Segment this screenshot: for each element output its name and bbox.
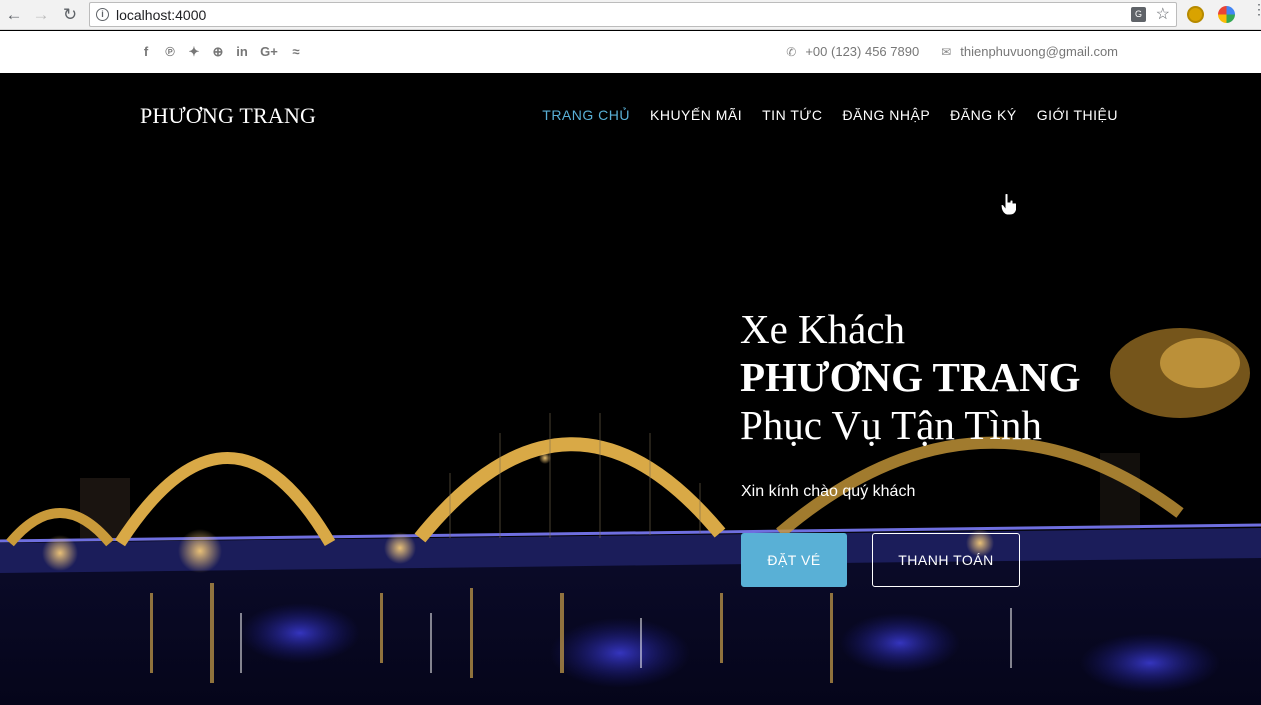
main-navigation: TRANG CHỦ KHUYẾN MÃI TIN TỨC ĐĂNG NHẬP Đ… <box>542 107 1118 123</box>
email-address[interactable]: thienphuvuong@gmail.com <box>960 44 1118 59</box>
hero-headline-line2: PHƯƠNG TRANG <box>740 354 1081 400</box>
book-ticket-button[interactable]: ĐẶT VÉ <box>741 533 847 587</box>
address-bar[interactable]: i localhost:4000 G ☆ <box>89 2 1177 27</box>
nav-item-register[interactable]: ĐĂNG KÝ <box>950 107 1017 123</box>
google-plus-icon[interactable]: G+ <box>259 44 279 60</box>
social-links: f ℗ ✦ ⊕ in G+ ≈ <box>139 44 303 60</box>
phone-contact: ✆ +00 (123) 456 7890 <box>786 44 919 59</box>
url-text[interactable]: localhost:4000 <box>116 7 206 23</box>
back-arrow-icon[interactable]: ← <box>4 5 24 25</box>
nav-item-home[interactable]: TRANG CHỦ <box>542 107 630 123</box>
top-info-bar: f ℗ ✦ ⊕ in G+ ≈ ✆ +00 (123) 456 7890 ✉ t… <box>0 31 1261 73</box>
translate-icon[interactable]: G <box>1131 7 1146 22</box>
nav-item-promotions[interactable]: KHUYẾN MÃI <box>650 107 742 123</box>
hand-pointer-cursor-icon <box>1000 193 1017 216</box>
email-contact: ✉ thienphuvuong@gmail.com <box>941 44 1118 59</box>
reload-icon[interactable]: ↻ <box>60 5 80 25</box>
browser-menu-icon[interactable]: ⋮ <box>1252 2 1261 16</box>
pinterest-icon[interactable]: ℗ <box>163 44 177 60</box>
twitter-icon[interactable]: ✦ <box>187 44 201 60</box>
hero-headline-line1: Xe Khách <box>740 306 906 352</box>
nav-item-news[interactable]: TIN TỨC <box>762 107 822 123</box>
hero-headline: Xe Khách PHƯƠNG TRANG Phục Vụ Tận Tình <box>740 305 1081 449</box>
envelope-icon: ✉ <box>941 44 952 59</box>
bookmark-star-icon[interactable]: ☆ <box>1156 4 1170 24</box>
nav-item-login[interactable]: ĐĂNG NHẬP <box>842 107 930 123</box>
forward-arrow-icon[interactable]: → <box>31 5 51 25</box>
rss-icon[interactable]: ≈ <box>289 44 303 60</box>
phone-icon: ✆ <box>786 44 797 59</box>
contact-info: ✆ +00 (123) 456 7890 ✉ thienphuvuong@gma… <box>786 44 1118 59</box>
payment-button[interactable]: THANH TOÁN <box>872 533 1020 587</box>
hero-section: PHƯƠNG TRANG TRANG CHỦ KHUYẾN MÃI TIN TỨ… <box>0 73 1261 705</box>
facebook-icon[interactable]: f <box>139 44 153 60</box>
dribbble-icon[interactable]: ⊕ <box>211 44 225 60</box>
phone-number: +00 (123) 456 7890 <box>805 44 920 59</box>
browser-toolbar: ← → ↻ i localhost:4000 G ☆ ⋮ <box>0 0 1261 30</box>
extension-icon[interactable] <box>1187 6 1204 23</box>
site-brand-logo[interactable]: PHƯƠNG TRANG <box>140 103 316 129</box>
linkedin-icon[interactable]: in <box>235 44 249 60</box>
chrome-extension-icon[interactable] <box>1218 6 1235 23</box>
hero-greeting: Xin kính chào quý khách <box>741 483 916 500</box>
nav-item-about[interactable]: GIỚI THIỆU <box>1037 107 1118 123</box>
hero-headline-line3: Phục Vụ Tận Tình <box>740 402 1042 448</box>
info-icon[interactable]: i <box>96 8 109 21</box>
